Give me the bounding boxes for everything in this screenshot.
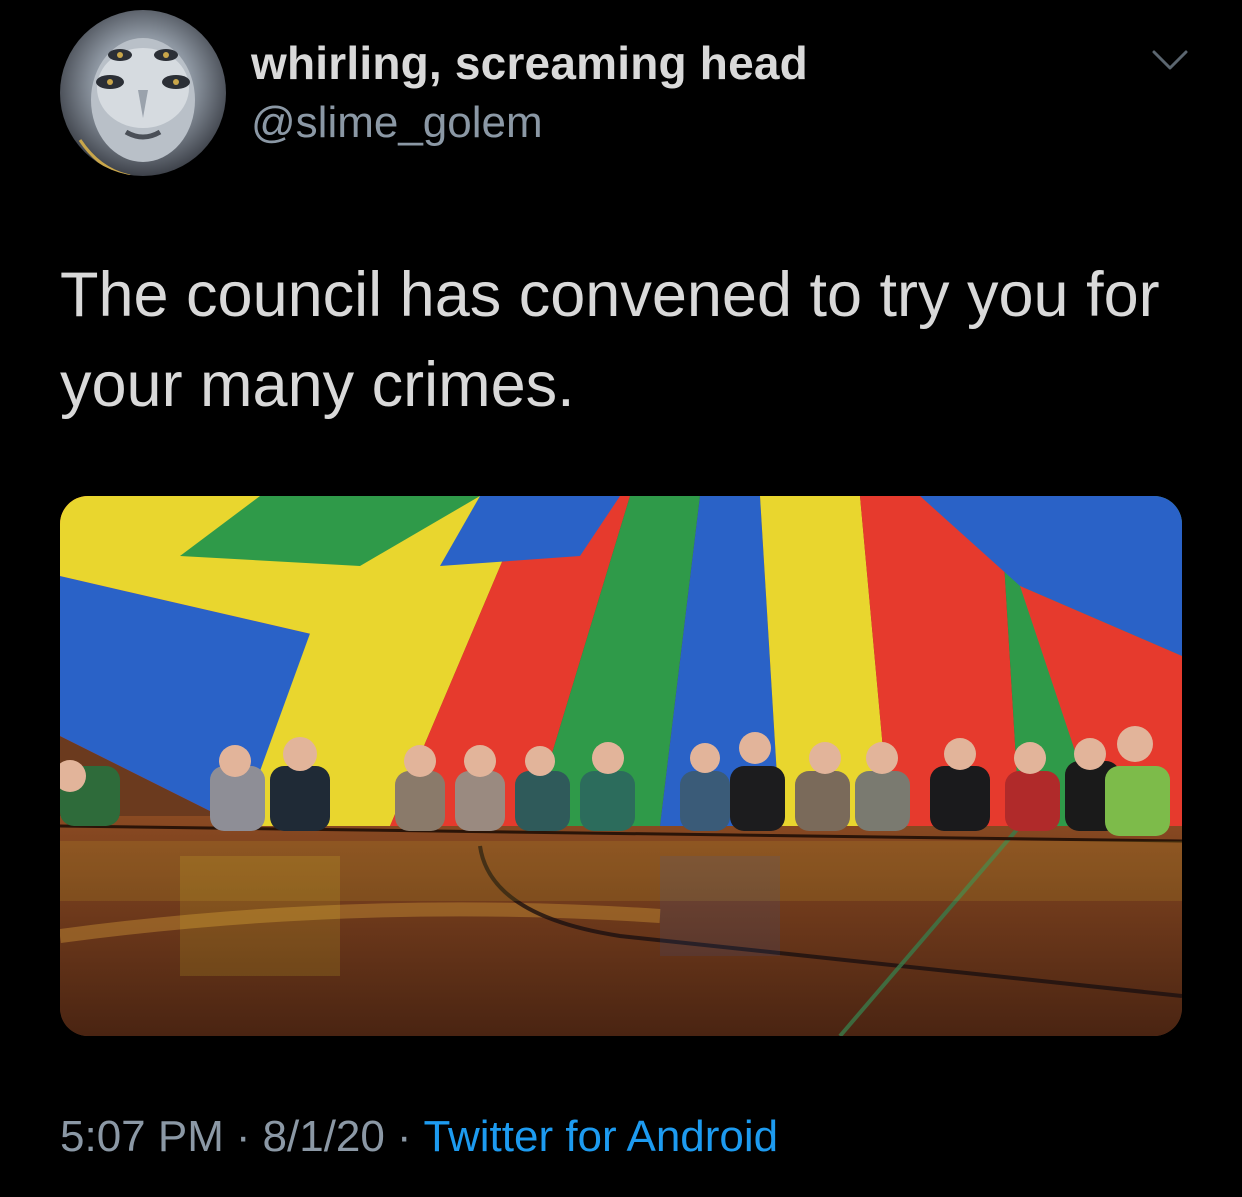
- tweet-text: The council has convened to try you for …: [60, 260, 1160, 420]
- face-avatar-icon: [78, 38, 195, 176]
- tweet-meta: 5:07 PM · 8/1/20 · Twitter for Android: [60, 1112, 778, 1162]
- tweet-source-link[interactable]: Twitter for Android: [424, 1112, 779, 1161]
- tweet: whirling, screaming head @slime_golem Th…: [0, 0, 1242, 1197]
- user-handle[interactable]: @slime_golem: [251, 98, 543, 148]
- parachute-photo-icon: [60, 496, 1182, 1036]
- display-name[interactable]: whirling, screaming head: [251, 36, 808, 90]
- tweet-time[interactable]: 5:07 PM: [60, 1112, 224, 1161]
- separator: ·: [235, 1112, 251, 1161]
- separator: ·: [396, 1112, 412, 1161]
- tweet-media-photo[interactable]: [60, 496, 1182, 1036]
- avatar[interactable]: [60, 10, 226, 176]
- chevron-down-icon[interactable]: [1150, 48, 1190, 74]
- tweet-date[interactable]: 8/1/20: [263, 1112, 385, 1161]
